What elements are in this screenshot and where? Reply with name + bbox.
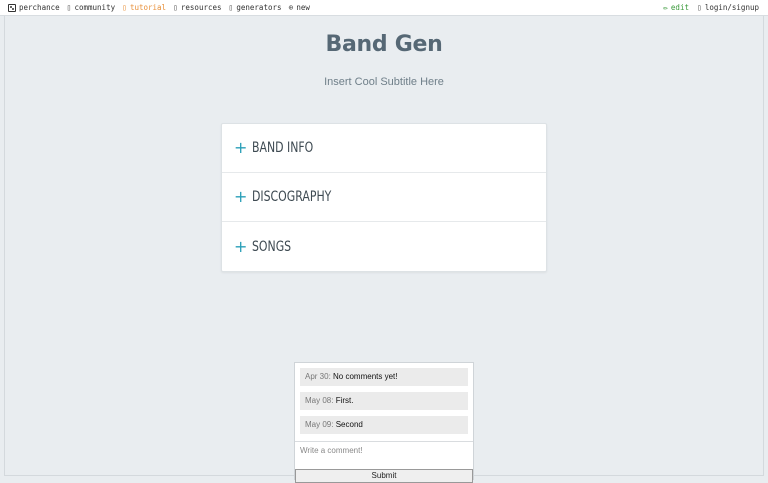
plus-icon: +: [234, 236, 248, 256]
accordion-item-songs[interactable]: + SONGS: [222, 222, 546, 271]
community-icon: ▯: [66, 2, 72, 12]
plus-icon: +: [234, 187, 248, 206]
accordion-label-discography: DISCOGRAPHY: [252, 189, 332, 205]
nav-label-new: new: [296, 3, 310, 12]
nav-label-tutorial: tutorial: [129, 3, 167, 12]
nav-link-new[interactable]: ⊕ new: [289, 3, 310, 12]
comment-text: No comments yet!: [333, 372, 398, 381]
nav-link-resources[interactable]: ▯ resources: [173, 3, 221, 12]
nav-label-edit: edit: [670, 3, 689, 12]
comment-item: Apr 30: No comments yet!: [300, 368, 468, 386]
nav-label-generators: generators: [236, 3, 282, 12]
comment-date: May 09:: [305, 420, 334, 429]
comment-input[interactable]: [295, 441, 473, 469]
comments-widget: Apr 30: No comments yet! May 08: First. …: [294, 362, 474, 483]
nav-link-edit[interactable]: ✏ edit: [663, 3, 689, 12]
resources-icon: ▯: [173, 2, 178, 12]
user-icon: ▯: [696, 2, 702, 12]
nav-label-login: login/signup: [704, 3, 759, 12]
accordion-item-discography[interactable]: + DISCOGRAPHY: [222, 173, 546, 222]
accordion-panel: + BAND INFO + DISCOGRAPHY + SONGS: [221, 123, 547, 272]
plus-icon: +: [234, 138, 248, 157]
comment-text: First.: [335, 396, 354, 405]
page-subtitle: Insert Cool Subtitle Here: [324, 76, 444, 88]
top-nav-bar: perchance ▯ community ▯ tutorial ▯ resou…: [0, 0, 768, 16]
nav-label-resources: resources: [180, 3, 222, 12]
comment-item: May 09: Second: [300, 416, 468, 434]
accordion-label-songs: SONGS: [252, 238, 292, 255]
pencil-icon: ✏: [663, 2, 668, 12]
comment-date: May 08:: [305, 396, 334, 405]
nav-label-perchance: perchance: [19, 3, 60, 12]
nav-label-community: community: [74, 3, 116, 12]
tutorial-icon: ▯: [122, 2, 127, 12]
nav-link-tutorial[interactable]: ▯ tutorial: [122, 3, 166, 12]
page-title: Band Gen: [325, 32, 443, 57]
dice-icon: [8, 3, 16, 12]
accordion-label-band-info: BAND INFO: [252, 140, 314, 156]
generators-icon: ▯: [228, 2, 234, 12]
nav-right-group: ✏ edit ▯ login/signup: [663, 3, 768, 12]
nav-link-generators[interactable]: ▯ generators: [229, 3, 282, 12]
comment-item: May 08: First.: [300, 392, 468, 410]
comment-text: Second: [335, 420, 363, 429]
nav-link-login[interactable]: ▯ login/signup: [697, 3, 759, 12]
accordion-item-band-info[interactable]: + BAND INFO: [222, 124, 546, 173]
submit-comment-button[interactable]: Submit: [295, 469, 473, 483]
nav-link-perchance[interactable]: perchance: [8, 3, 60, 12]
nav-link-community[interactable]: ▯ community: [67, 3, 115, 12]
comment-date: Apr 30:: [305, 372, 331, 381]
new-plus-icon: ⊕: [288, 2, 294, 12]
nav-left-group: perchance ▯ community ▯ tutorial ▯ resou…: [0, 3, 310, 12]
